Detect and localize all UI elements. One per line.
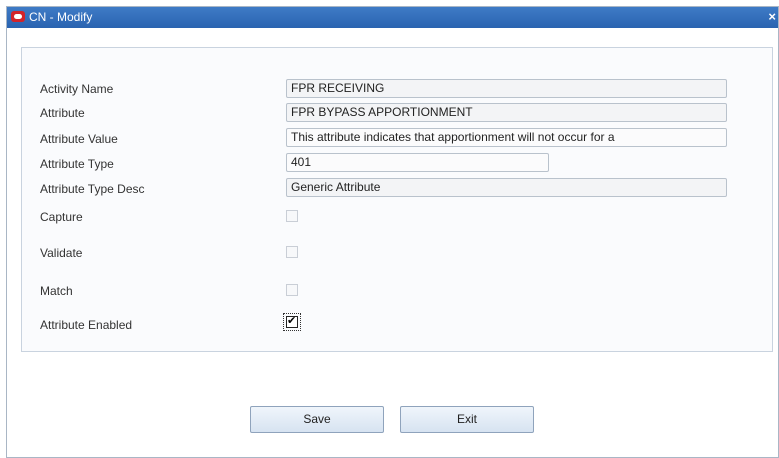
attribute-field[interactable]: FPR BYPASS APPORTIONMENT [286,103,727,122]
modify-window: CN - Modify × Activity Name FPR RECEIVIN… [6,6,779,458]
capture-checkbox[interactable] [286,210,298,222]
title-bar: CN - Modify × [7,7,778,28]
save-button[interactable]: Save [250,406,384,433]
match-checkbox[interactable] [286,284,298,296]
activity-name-label: Activity Name [40,82,114,96]
oracle-logo-icon [11,11,25,22]
attribute-type-desc-field[interactable]: Generic Attribute [286,178,727,197]
capture-label: Capture [40,210,83,224]
attribute-type-field[interactable]: 401 [286,153,549,172]
attribute-type-desc-label: Attribute Type Desc [40,182,145,196]
attribute-label: Attribute [40,106,85,120]
attribute-enabled-checkbox[interactable] [283,313,301,331]
validate-label: Validate [40,246,83,260]
form-panel: Activity Name FPR RECEIVING Attribute FP… [21,47,773,352]
match-label: Match [40,284,73,298]
attribute-enabled-label: Attribute Enabled [40,318,133,332]
validate-checkbox[interactable] [286,246,298,258]
close-icon[interactable]: × [768,9,776,24]
attribute-type-label: Attribute Type [40,157,114,171]
activity-name-field[interactable]: FPR RECEIVING [286,79,727,98]
window-title: CN - Modify [29,10,93,24]
attribute-value-field[interactable]: This attribute indicates that apportionm… [286,128,727,147]
attribute-value-label: Attribute Value [40,132,118,146]
exit-button[interactable]: Exit [400,406,534,433]
